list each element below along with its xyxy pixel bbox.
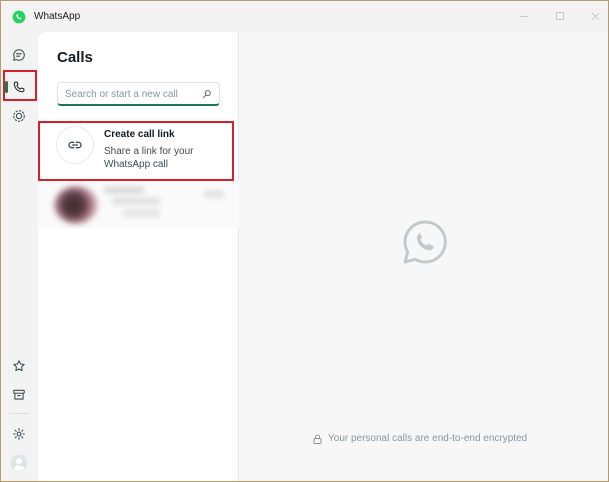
contact-avatar [54,186,98,224]
chats-button[interactable] [6,42,32,68]
close-icon [591,12,599,20]
close-button[interactable] [585,7,605,25]
main-content: Your personal calls are end-to-end encry… [239,32,608,481]
blurred-contact-name [104,186,144,194]
blurred-call-detail [112,197,160,205]
search-icon [202,90,211,99]
status-button[interactable] [6,103,32,129]
settings-button[interactable] [6,421,32,447]
window-title: WhatsApp [34,11,81,22]
panel-title: Calls [57,49,93,66]
encryption-note: Your personal calls are end-to-end encry… [313,433,527,444]
chat-icon [13,49,25,61]
star-icon [13,360,25,372]
create-call-link-highlight [38,121,234,181]
calls-button-highlight [3,70,37,101]
title-bar: WhatsApp [1,1,608,32]
app-window: WhatsApp Calls Search or start a new cal… [0,0,609,482]
encryption-note-text: Your personal calls are end-to-end encry… [328,433,528,444]
avatar-icon [10,454,28,472]
search-input[interactable] [65,86,195,102]
lock-icon [313,434,322,444]
blurred-call-time [122,209,160,217]
minimize-button[interactable] [514,7,534,25]
whatsapp-logo-icon [12,10,26,24]
calls-panel: Calls Create call link Share a link for … [38,32,239,481]
whatsapp-watermark-icon [403,220,447,264]
blurred-call-action [204,190,224,198]
status-icon [13,110,25,122]
maximize-button[interactable] [550,7,570,25]
archive-icon [13,389,25,400]
rail-divider [9,413,29,414]
starred-button[interactable] [6,353,32,379]
recent-call-row[interactable] [38,180,239,228]
profile-button[interactable] [6,450,32,476]
search-box[interactable] [57,82,220,106]
archived-button[interactable] [6,382,32,408]
gear-icon [13,428,25,440]
